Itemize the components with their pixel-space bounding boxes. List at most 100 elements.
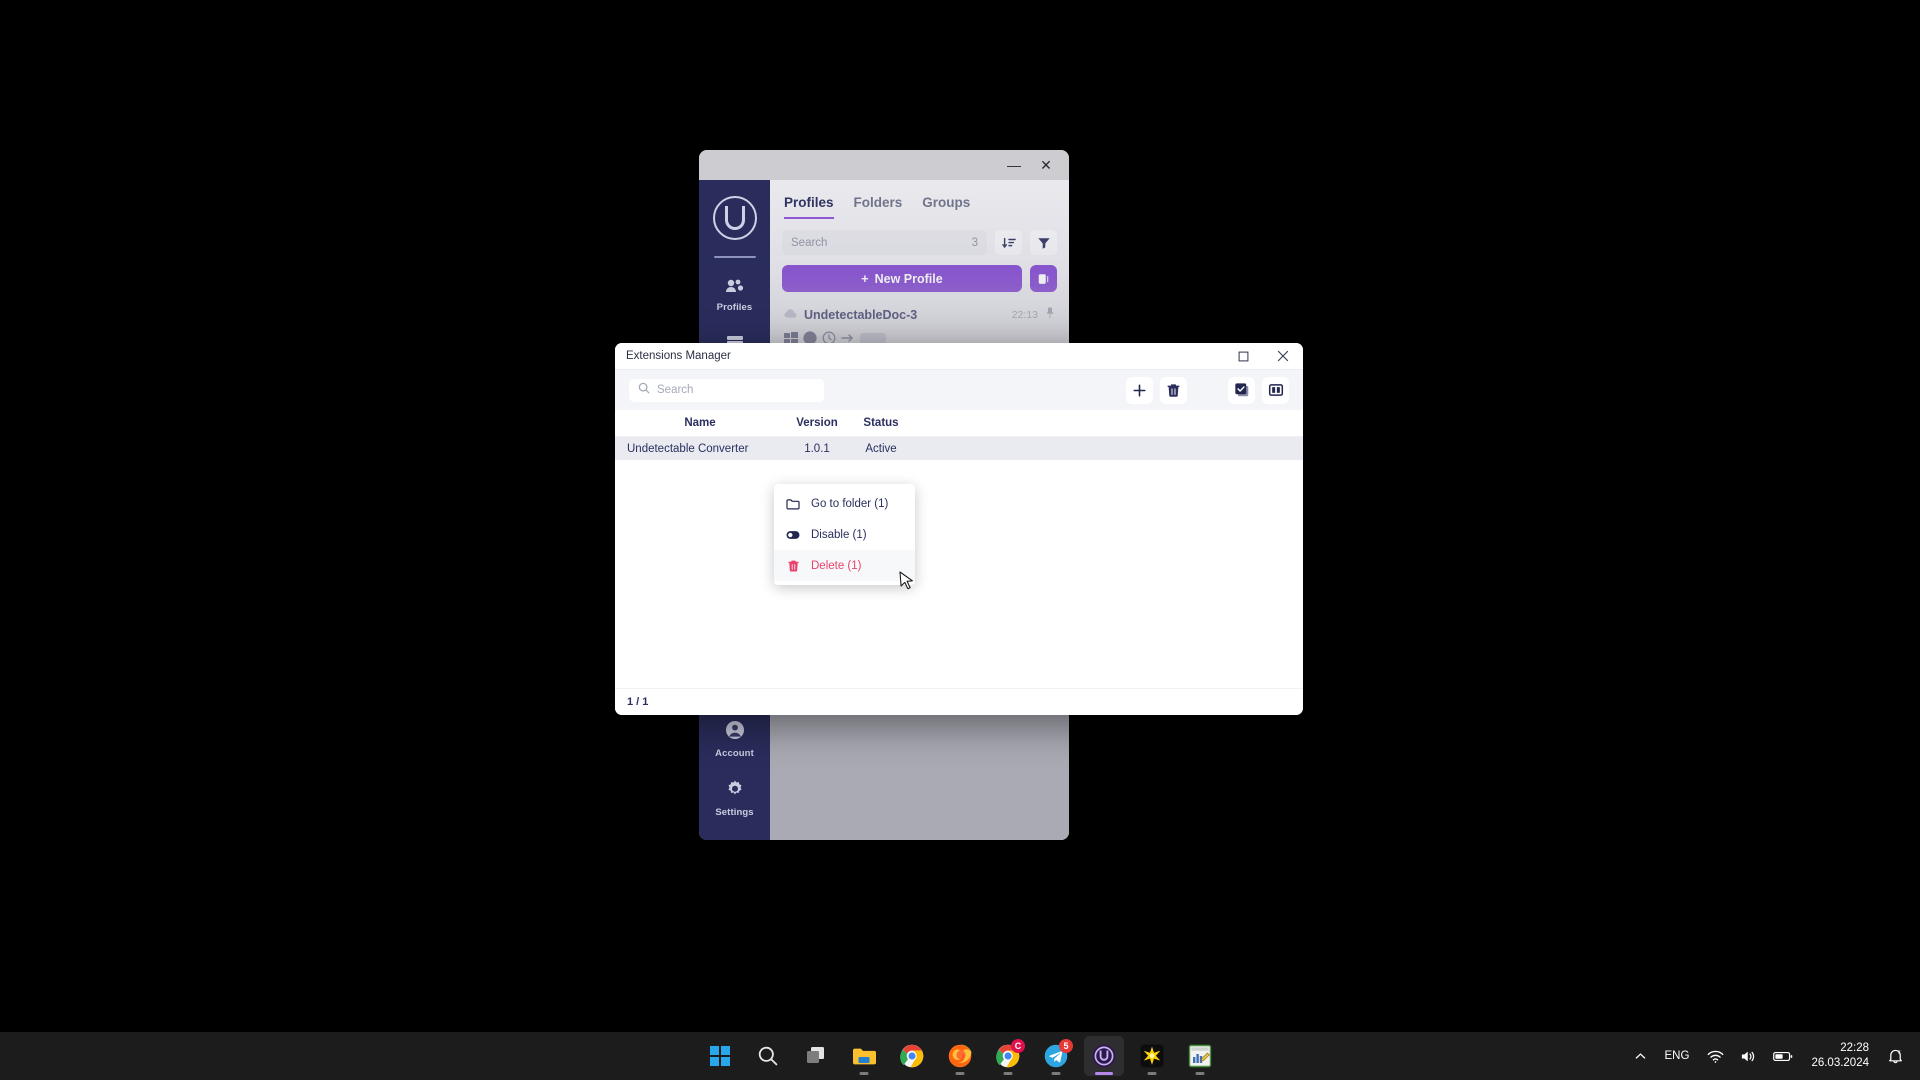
search-field-wrapper[interactable] [629,378,824,402]
table-body: Undetectable Converter 1.0.1 Active [615,437,1303,688]
running-indicator [1003,1072,1013,1075]
tray-overflow-button[interactable] [1626,1036,1655,1076]
search-icon [758,1046,778,1066]
table-header: Name Version Status [615,410,1303,437]
volume-icon [1742,1051,1755,1061]
bg-close-button[interactable]: ✕ [1031,153,1061,177]
cloud-icon [784,306,797,324]
firefox-icon [948,1044,972,1068]
search-input[interactable] [657,384,815,396]
side-panel-button[interactable] [1030,265,1057,292]
chrome-canary-button[interactable]: C [988,1036,1028,1076]
battery-icon [1773,1051,1793,1061]
wifi-button[interactable] [1699,1036,1732,1076]
profiles-search-input[interactable]: Search 3 [782,230,987,255]
notification-badge: C [1011,1039,1025,1053]
search-button[interactable] [748,1036,788,1076]
file-explorer-icon [853,1048,876,1065]
wifi-icon [1708,1050,1724,1063]
file-explorer-button[interactable] [844,1036,884,1076]
sidebar-item-settings-label: Settings [715,807,754,818]
column-header-version[interactable]: Version [785,417,849,429]
delete-extension-button[interactable] [1160,376,1187,404]
chevron-up-icon [1635,1052,1645,1059]
start-button[interactable] [700,1036,740,1076]
context-menu-item-delete[interactable]: Delete (1) [774,550,915,581]
undetectable-button[interactable] [1084,1036,1124,1076]
sidebar-item-settings[interactable]: Settings [699,779,770,818]
search-icon [638,381,650,399]
running-indicator [955,1072,965,1075]
extensions-manager-dialog: Extensions Manager Search Name Version S… [615,343,1303,715]
new-profile-button[interactable]: + New Profile [782,265,1022,292]
chrome-button[interactable] [892,1036,932,1076]
windows-start-icon [710,1046,730,1066]
undetectable-icon [1092,1044,1116,1068]
sidebar-item-profiles[interactable]: Profiles [699,278,770,313]
dialog-window-controls [1223,343,1303,370]
sidebar-item-profiles-label: Profiles [716,302,753,313]
svg-text:z: z [1898,1050,1901,1056]
profiles-search-placeholder: Search [791,236,828,249]
language-indicator[interactable]: ENG [1655,1050,1700,1062]
sort-descending-icon[interactable] [995,230,1022,255]
sparkle-app-button[interactable] [1132,1036,1172,1076]
select-all-button[interactable] [1228,376,1255,404]
notification-button[interactable]: z [1879,1036,1912,1076]
filter-icon[interactable] [1030,230,1057,255]
toggle-off-icon [786,530,800,540]
undetectable-tabs: Profiles Folders Groups [782,190,1057,219]
clock-date: 26.03.2024 [1811,1057,1869,1069]
tab-groups[interactable]: Groups [922,195,970,219]
sidebar-item-account[interactable]: Account [699,720,770,759]
plus-icon [1133,383,1146,397]
running-indicator [1051,1072,1061,1075]
context-menu-item-disable[interactable]: Disable (1) [774,519,915,550]
windows-taskbar: C 5 ENG 22:28 26.03.2024 z [0,1032,1920,1080]
dialog-toolbar [615,370,1303,410]
running-indicator [859,1072,869,1075]
account-icon [725,720,745,745]
dialog-maximize-button[interactable] [1223,343,1263,370]
bell-dnd-icon: z [1889,1050,1902,1064]
volume-button[interactable] [1732,1036,1765,1076]
sidebar-item-account-label: Account [715,748,754,759]
toggle-columns-button[interactable] [1262,376,1289,404]
bg-minimize-button[interactable]: — [999,153,1029,177]
chrome-icon [900,1044,924,1068]
firefox-button[interactable] [940,1036,980,1076]
context-menu-item-go-to-folder[interactable]: Go to folder (1) [774,488,915,519]
task-view-button[interactable] [796,1036,836,1076]
pin-icon[interactable] [1045,306,1055,324]
column-header-status[interactable]: Status [849,417,913,429]
running-indicator [1195,1072,1205,1075]
row-context-menu: Go to folder (1) Disable (1) Delete (1) [774,484,915,585]
system-tray: ENG 22:28 26.03.2024 z [1626,1032,1920,1080]
dialog-close-button[interactable] [1263,343,1303,370]
editor-app-button[interactable] [1180,1036,1220,1076]
clock-time: 22:28 [1840,1042,1869,1054]
toggle-glyph [786,530,800,539]
mouse-cursor [899,571,913,590]
tab-profiles[interactable]: Profiles [784,195,834,219]
dialog-footer: 1 / 1 [615,688,1303,715]
column-header-name[interactable]: Name [615,417,785,429]
plus-icon: + [861,271,869,286]
trash-icon [1167,383,1180,397]
tab-folders[interactable]: Folders [854,195,903,219]
profiles-icon [725,278,745,299]
clock[interactable]: 22:28 26.03.2024 [1801,1041,1879,1071]
cell-name: Undetectable Converter [627,442,749,455]
table-row[interactable]: Undetectable Converter 1.0.1 Active [615,437,1303,460]
sidebar-divider [713,256,756,258]
checkbox-checked-icon [1234,383,1248,397]
add-extension-button[interactable] [1126,376,1153,404]
cell-version: 1.0.1 [804,442,830,455]
profile-list-item[interactable]: UndetectableDoc-3 22:13 [782,304,1057,326]
battery-button[interactable] [1765,1036,1801,1076]
new-profile-label: New Profile [874,271,943,286]
context-menu-label: Disable (1) [811,528,867,541]
undetectable-titlebar: — ✕ [699,150,1069,180]
telegram-button[interactable]: 5 [1036,1036,1076,1076]
chart-editor-icon [1188,1044,1212,1068]
